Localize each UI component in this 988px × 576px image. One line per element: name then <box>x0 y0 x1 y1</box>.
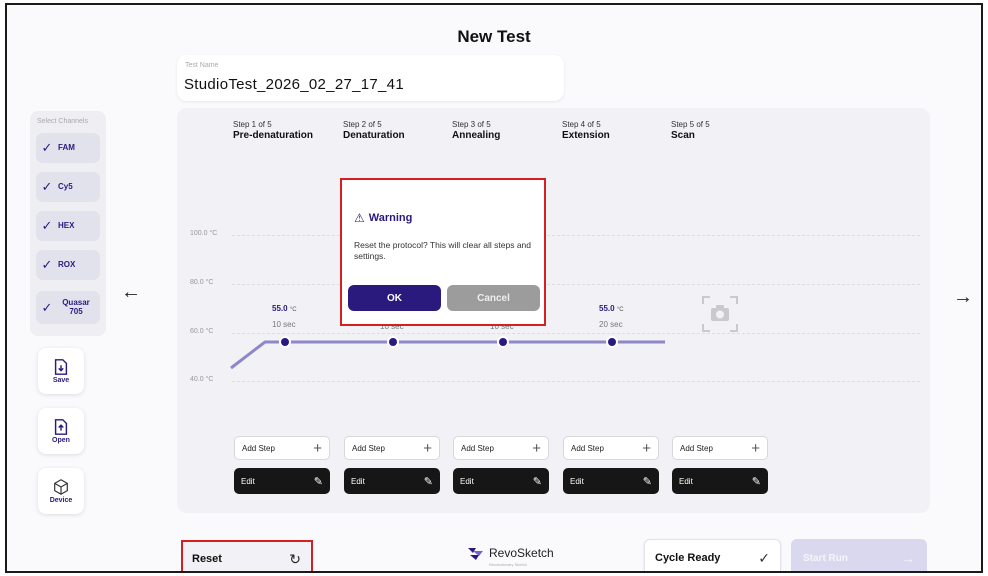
warning-icon: ⚠ <box>354 211 365 225</box>
edit-label: Edit <box>570 476 584 486</box>
pencil-icon: ✎ <box>642 475 652 488</box>
plus-icon: + <box>532 439 541 457</box>
dialog-message: Reset the protocol? This will clear all … <box>354 240 532 261</box>
test-name-label: Test Name <box>185 62 219 69</box>
start-run-label: Start Run <box>803 552 848 564</box>
edit-label: Edit <box>460 476 474 486</box>
temperature-value: 55.0 <box>272 304 288 313</box>
logo-subtext: Revolutionary Sketch <box>489 562 527 567</box>
edit-button-3[interactable]: Edit ✎ <box>453 468 549 494</box>
ok-button[interactable]: OK <box>348 285 441 311</box>
protocol-panel: Step 1 of 5 Pre-denaturation Step 2 of 5… <box>177 108 930 513</box>
warning-dialog: ⚠ Warning Reset the protocol? This will … <box>340 178 546 326</box>
dialog-title: Warning <box>368 212 413 224</box>
test-name-field[interactable]: Test Name StudioTest_2026_02_27_17_41 <box>177 55 564 101</box>
cycle-ready-button[interactable]: Cycle Ready ✓ <box>644 539 781 571</box>
profile-line <box>230 340 665 370</box>
app-window: New Test Test Name StudioTest_2026_02_27… <box>5 3 983 573</box>
edit-label: Edit <box>679 476 693 486</box>
edit-label: Edit <box>351 476 365 486</box>
refresh-icon: ↻ <box>289 550 301 567</box>
pencil-icon: ✎ <box>751 475 761 488</box>
check-icon: ✓ <box>41 299 53 315</box>
channel-quasar-705[interactable]: ✓ Quasar 705 <box>36 291 100 324</box>
edit-button-4[interactable]: Edit ✎ <box>563 468 659 494</box>
save-button[interactable]: Save <box>38 348 84 394</box>
add-step-label: Add Step <box>571 443 604 453</box>
revosketch-logo: RevoSketch Revolutionary Sketch <box>467 545 554 567</box>
plus-icon: + <box>751 439 760 457</box>
device-icon <box>54 479 68 495</box>
temperature-value: 55.0 <box>599 304 615 313</box>
edit-button-1[interactable]: Edit ✎ <box>234 468 330 494</box>
pencil-icon: ✎ <box>423 475 433 488</box>
temperature-unit: °C <box>616 307 624 313</box>
channel-selector-label: Select Channels <box>37 118 88 125</box>
reset-button[interactable]: Reset ↻ <box>181 540 313 571</box>
test-name-value[interactable]: StudioTest_2026_02_27_17_41 <box>184 76 404 93</box>
add-step-button-1[interactable]: Add Step + <box>234 436 330 460</box>
start-run-button[interactable]: Start Run → <box>791 539 927 571</box>
save-label: Save <box>52 377 70 384</box>
temperature-profile <box>230 336 665 370</box>
step-1-temperature[interactable]: 55.0 °C <box>272 304 297 313</box>
channel-name: Cy5 <box>58 181 73 191</box>
check-icon: ✓ <box>41 179 53 194</box>
check-icon: ✓ <box>41 218 53 233</box>
step-4-duration[interactable]: 20 sec <box>599 320 623 329</box>
channel-name: ROX <box>58 259 76 269</box>
cancel-button[interactable]: Cancel <box>447 285 540 311</box>
add-step-button-2[interactable]: Add Step + <box>344 436 440 460</box>
channel-cy5[interactable]: ✓ Cy5 <box>36 172 100 202</box>
channel-fam[interactable]: ✓ FAM <box>36 133 100 163</box>
add-step-label: Add Step <box>352 443 385 453</box>
pencil-icon: ✎ <box>313 475 323 488</box>
reset-label: Reset <box>192 553 222 565</box>
open-file-icon <box>54 419 68 435</box>
arrow-right-icon: → <box>901 550 915 566</box>
logo-text: RevoSketch <box>489 546 554 560</box>
save-file-icon <box>54 359 68 375</box>
camera-icon <box>702 296 738 332</box>
edit-button-2[interactable]: Edit ✎ <box>344 468 440 494</box>
plus-icon: + <box>423 439 432 457</box>
check-circle-icon: ✓ <box>758 549 770 566</box>
step-1-duration[interactable]: 10 sec <box>272 320 296 329</box>
add-step-button-3[interactable]: Add Step + <box>453 436 549 460</box>
device-button[interactable]: Device <box>38 468 84 514</box>
channel-selector: Select Channels ✓ FAM ✓ Cy5 ✓ HEX ✓ ROX … <box>30 111 106 336</box>
step-node[interactable] <box>606 336 618 348</box>
add-step-button-5[interactable]: Add Step + <box>672 436 768 460</box>
add-step-label: Add Step <box>680 443 713 453</box>
cycle-ready-label: Cycle Ready <box>655 552 721 564</box>
open-button[interactable]: Open <box>38 408 84 454</box>
step-node[interactable] <box>279 336 291 348</box>
step-4-temperature[interactable]: 55.0 °C <box>599 304 624 313</box>
edit-label: Edit <box>241 476 255 486</box>
step-node[interactable] <box>387 336 399 348</box>
add-step-button-4[interactable]: Add Step + <box>563 436 659 460</box>
next-arrow-icon[interactable]: → <box>952 287 974 309</box>
channel-name: FAM <box>58 142 75 152</box>
plus-icon: + <box>313 439 322 457</box>
prev-arrow-icon[interactable]: ← <box>120 282 142 304</box>
channel-rox[interactable]: ✓ ROX <box>36 250 100 280</box>
pencil-icon: ✎ <box>532 475 542 488</box>
step-node[interactable] <box>497 336 509 348</box>
temperature-unit: °C <box>289 307 297 313</box>
device-label: Device <box>49 497 73 504</box>
check-icon: ✓ <box>41 140 53 155</box>
page-title: New Test <box>457 27 531 46</box>
add-step-label: Add Step <box>461 443 494 453</box>
plus-icon: + <box>642 439 651 457</box>
add-step-label: Add Step <box>242 443 275 453</box>
edit-button-5[interactable]: Edit ✎ <box>672 468 768 494</box>
logo-mark-icon <box>468 548 483 560</box>
dialog-header: ⚠ Warning <box>354 211 412 225</box>
channel-name: HEX <box>58 220 75 230</box>
channel-hex[interactable]: ✓ HEX <box>36 211 100 241</box>
channel-name: Quasar 705 <box>62 298 90 316</box>
check-icon: ✓ <box>41 257 53 272</box>
open-label: Open <box>52 437 70 444</box>
